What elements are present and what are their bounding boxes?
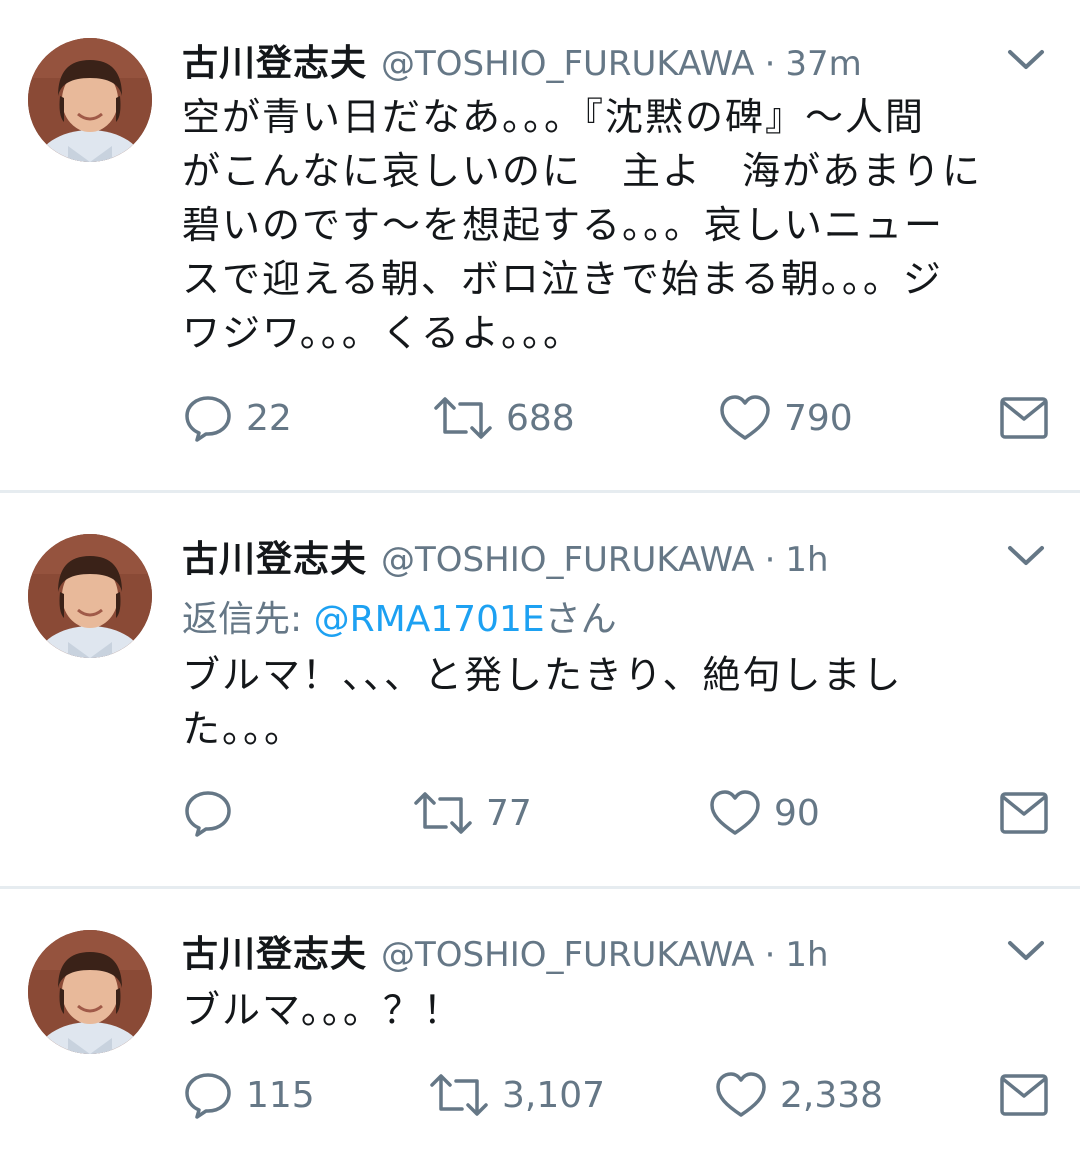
tweet[interactable]: 古川登志夫 @TOSHIO_FURUKAWA · 37m 空が青い日だなあ。。。… xyxy=(0,0,1080,490)
avatar-image xyxy=(28,534,152,658)
tweet-header: 古川登志夫 @TOSHIO_FURUKAWA · 1h xyxy=(182,530,829,580)
display-name[interactable]: 古川登志夫 xyxy=(182,530,367,582)
like-count: 790 xyxy=(784,397,853,439)
tweet-text-line: がこんなに哀しいのに 主よ 海があまりに xyxy=(182,149,983,193)
retweet-button[interactable]: 3,107 xyxy=(428,1065,605,1125)
tweet-text-line: 碧いのです〜を想起する。。。哀しいニュー xyxy=(182,203,945,247)
heart-icon xyxy=(720,395,770,440)
user-handle[interactable]: @TOSHIO_FURUKAWA xyxy=(381,935,755,975)
reply-count: 115 xyxy=(246,1074,315,1116)
chevron-down-icon[interactable] xyxy=(1004,540,1048,570)
envelope-icon xyxy=(1000,397,1048,439)
retweet-count: 688 xyxy=(506,397,575,439)
reply-button[interactable] xyxy=(182,783,246,843)
display-name[interactable]: 古川登志夫 xyxy=(182,925,367,977)
separator: · xyxy=(764,935,776,975)
direct-message-button[interactable] xyxy=(998,388,1050,448)
avatar[interactable] xyxy=(28,38,152,162)
tweet-text-line: た。。。 xyxy=(182,707,305,751)
user-handle[interactable]: @TOSHIO_FURUKAWA xyxy=(381,44,755,84)
like-button[interactable]: 790 xyxy=(718,388,853,448)
reply-button[interactable]: 22 xyxy=(182,388,292,448)
tweet-text: ブルマ。。。？！ xyxy=(182,983,1032,1037)
user-handle[interactable]: @TOSHIO_FURUKAWA xyxy=(381,540,755,580)
tweet-header: 古川登志夫 @TOSHIO_FURUKAWA · 1h xyxy=(182,925,829,975)
tweet[interactable]: 古川登志夫 @TOSHIO_FURUKAWA · 1h ブルマ。。。？！ 115… xyxy=(0,889,1080,1152)
timestamp[interactable]: 37m xyxy=(785,44,861,84)
reply-suffix: さん xyxy=(544,599,617,640)
separator: · xyxy=(764,540,776,580)
chevron-down-icon[interactable] xyxy=(1004,44,1048,74)
like-count: 90 xyxy=(774,792,820,834)
tweet-text-line: ワジワ。。。くるよ。。。 xyxy=(182,311,583,355)
tweet-text: ブルマ！、、、と発したきり、絶句しまし た。。。 xyxy=(182,648,1032,756)
retweet-button[interactable]: 77 xyxy=(412,783,532,843)
timestamp[interactable]: 1h xyxy=(785,540,828,580)
reply-icon xyxy=(185,791,231,837)
retweet-count: 3,107 xyxy=(502,1074,606,1116)
tweet-text-line: ブルマ！、、、と発したきり、絶句しまし xyxy=(182,653,903,697)
tweet[interactable]: 古川登志夫 @TOSHIO_FURUKAWA · 1h 返信先: @RMA170… xyxy=(0,493,1080,886)
heart-icon xyxy=(716,1072,766,1117)
tweet-actions: 115 3,107 2,338 xyxy=(0,1065,1080,1125)
tweet-actions: 22 688 790 xyxy=(0,388,1080,448)
timestamp[interactable]: 1h xyxy=(785,935,828,975)
like-count: 2,338 xyxy=(780,1074,884,1116)
mention-link[interactable]: @RMA1701E xyxy=(314,599,545,640)
like-button[interactable]: 90 xyxy=(708,783,820,843)
reply-button[interactable]: 115 xyxy=(182,1065,315,1125)
envelope-icon xyxy=(1000,792,1048,834)
tweet-text-line: 空が青い日だなあ。。。『沈黙の碑』〜人間 xyxy=(182,95,926,139)
reply-prefix: 返信先: xyxy=(182,599,314,640)
retweet-icon xyxy=(430,1074,488,1116)
retweet-icon xyxy=(434,397,492,439)
tweet-text: 空が青い日だなあ。。。『沈黙の碑』〜人間 がこんなに哀しいのに 主よ 海があまり… xyxy=(182,90,1032,360)
separator: · xyxy=(764,44,776,84)
retweet-count: 77 xyxy=(486,792,532,834)
avatar-image xyxy=(28,38,152,162)
direct-message-button[interactable] xyxy=(998,1065,1050,1125)
like-button[interactable]: 2,338 xyxy=(714,1065,883,1125)
reply-icon xyxy=(185,396,231,442)
heart-icon xyxy=(710,790,760,835)
direct-message-button[interactable] xyxy=(998,783,1050,843)
avatar[interactable] xyxy=(28,930,152,1054)
tweet-text-line: ブルマ。。。？！ xyxy=(182,988,463,1032)
avatar-image xyxy=(28,930,152,1054)
retweet-button[interactable]: 688 xyxy=(432,388,575,448)
envelope-icon xyxy=(1000,1074,1048,1116)
reply-icon xyxy=(185,1073,231,1119)
display-name[interactable]: 古川登志夫 xyxy=(182,34,367,86)
tweet-text-line: スで迎える朝、ボロ泣きで始まる朝。。。ジ xyxy=(182,257,943,301)
reply-context: 返信先: @RMA1701Eさん xyxy=(182,590,617,642)
reply-count: 22 xyxy=(246,397,292,439)
retweet-icon xyxy=(414,792,472,834)
chevron-down-icon[interactable] xyxy=(1004,935,1048,965)
avatar[interactable] xyxy=(28,534,152,658)
tweet-actions: 77 90 xyxy=(0,783,1080,843)
tweet-header: 古川登志夫 @TOSHIO_FURUKAWA · 37m xyxy=(182,34,862,84)
